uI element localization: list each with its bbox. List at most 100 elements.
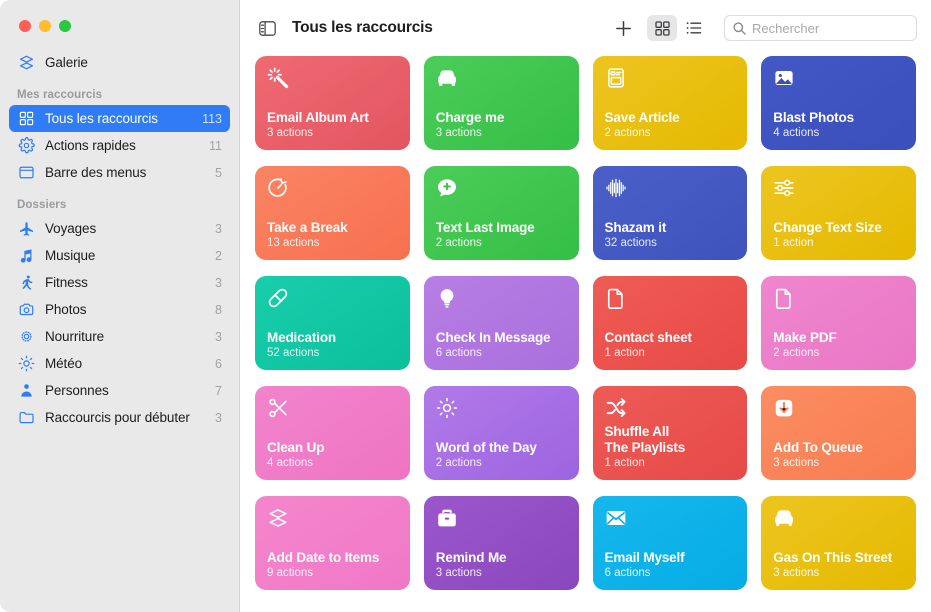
photo-icon [773,67,904,93]
envelope-icon [605,507,736,533]
sidebar-item-label: Barre des menus [45,165,201,180]
shortcut-title: Charge me [436,110,567,126]
shortcut-action-count: 3 actions [267,126,398,140]
shortcut-card-add-to-queue[interactable]: Add To Queue 3 actions [761,386,916,480]
shortcut-card-text: Contact sheet 1 action [605,330,736,361]
sidebar-item-galerie[interactable]: Galerie [9,49,230,76]
shortcut-action-count: 4 actions [773,126,904,140]
sidebar-item-label: Musique [45,248,201,263]
sidebar-item-raccourcis-pour-d-buter[interactable]: Raccourcis pour débuter 3 [9,404,230,431]
shortcut-card-take-a-break[interactable]: Take a Break 13 actions [255,166,410,260]
sidebar-item-personnes[interactable]: Personnes 7 [9,377,230,404]
menubar-icon [17,164,35,182]
sidebar-item-voyages[interactable]: Voyages 3 [9,215,230,242]
car-charge-icon [436,67,567,93]
sidebar-item-count: 8 [211,303,222,317]
shortcut-card-gas-on-this-street[interactable]: Gas On This Street 3 actions [761,496,916,590]
sidebar-item-count: 6 [211,357,222,371]
shortcut-card-text: Take a Break 13 actions [267,220,398,251]
pill-icon [267,287,398,313]
sidebar-item-label: Nourriture [45,329,201,344]
sidebar-item-photos[interactable]: Photos 8 [9,296,230,323]
close-button[interactable] [19,20,31,32]
shortcut-card-charge-me[interactable]: Charge me 3 actions [424,56,579,150]
sidebar-item-nourriture[interactable]: Nourriture 3 [9,323,230,350]
shortcut-card-medication[interactable]: Medication 52 actions [255,276,410,370]
document-icon [773,287,904,313]
sidebar-item-musique[interactable]: Musique 2 [9,242,230,269]
shortcut-card-contact-sheet[interactable]: Contact sheet 1 action [593,276,748,370]
layers-stack-icon [267,507,398,533]
shortcut-action-count: 32 actions [605,236,736,250]
grid-view-button[interactable] [647,15,677,41]
car-charge-icon [773,507,904,533]
shortcut-action-count: 1 action [605,456,736,470]
sliders-icon [773,177,904,203]
sidebar-item-tous-les-raccourcis[interactable]: Tous les raccourcis 113 [9,105,230,132]
sun-icon [17,355,35,373]
shortcut-card-shazam-it[interactable]: Shazam it 32 actions [593,166,748,260]
sidebar-item-label: Personnes [45,383,201,398]
shortcut-card-text: Email Myself 6 actions [605,550,736,581]
shortcut-card-text: Word of the Day 2 actions [436,440,567,471]
sidebar-toggle-icon[interactable] [254,15,280,41]
scissors-icon [267,397,398,423]
shortcut-card-text: Remind Me 3 actions [436,550,567,581]
shortcut-title: Gas On This Street [773,550,904,566]
shortcut-card-text: Blast Photos 4 actions [773,110,904,141]
shortcut-card-text: Text Last Image 2 actions [436,220,567,251]
document-icon [605,287,736,313]
shortcuts-window: Galerie Mes raccourcis Tous les raccourc… [0,0,931,612]
shortcut-action-count: 3 actions [773,456,904,470]
sidebar-item-actions-rapides[interactable]: Actions rapides 11 [9,132,230,159]
shortcut-card-change-text-size[interactable]: Change Text Size 1 action [761,166,916,260]
page-title: Tous les raccourcis [292,19,433,37]
main-content: Tous les raccourcis [240,0,931,612]
shortcut-action-count: 6 actions [436,346,567,360]
shortcuts-grid-container: Email Album Art 3 actions Charge me 3 ac… [240,56,931,612]
shortcut-card-shuffle-all-the-playlists[interactable]: Shuffle AllThe Playlists 1 action [593,386,748,480]
search-field[interactable] [724,15,917,41]
minimize-button[interactable] [39,20,51,32]
shortcut-title: Blast Photos [773,110,904,126]
shortcut-card-word-of-the-day[interactable]: Word of the Day 2 actions [424,386,579,480]
toolbar: Tous les raccourcis [240,0,931,56]
sidebar-item-count: 113 [198,112,222,126]
music-note-icon [17,247,35,265]
sidebar-item-count: 3 [211,411,222,425]
airplane-icon [17,220,35,238]
grid-icon [17,110,35,128]
shortcut-card-text-last-image[interactable]: Text Last Image 2 actions [424,166,579,260]
shortcut-title: Remind Me [436,550,567,566]
shortcut-card-save-article[interactable]: Save Article 2 actions [593,56,748,150]
shortcut-title: Save Article [605,110,736,126]
shuffle-icon [605,397,736,423]
shortcut-title: Add Date to Items [267,550,398,566]
magic-wand-icon [267,67,398,93]
sidebar-item-fitness[interactable]: Fitness 3 [9,269,230,296]
shortcut-card-email-album-art[interactable]: Email Album Art 3 actions [255,56,410,150]
shortcut-card-check-in-message[interactable]: Check In Message 6 actions [424,276,579,370]
shortcut-card-email-myself[interactable]: Email Myself 6 actions [593,496,748,590]
list-view-button[interactable] [679,15,709,41]
food-circle-icon [17,328,35,346]
shortcut-card-remind-me[interactable]: Remind Me 3 actions [424,496,579,590]
shortcut-card-text: Check In Message 6 actions [436,330,567,361]
shortcut-card-blast-photos[interactable]: Blast Photos 4 actions [761,56,916,150]
add-shortcut-button[interactable] [609,14,637,42]
shortcut-action-count: 2 actions [436,236,567,250]
runner-icon [17,274,35,292]
shortcut-card-text: Add Date to Items 9 actions [267,550,398,581]
briefcase-icon [436,507,567,533]
shortcut-action-count: 6 actions [605,566,736,580]
shortcut-card-clean-up[interactable]: Clean Up 4 actions [255,386,410,480]
shortcut-card-make-pdf[interactable]: Make PDF 2 actions [761,276,916,370]
zoom-button[interactable] [59,20,71,32]
search-input[interactable] [752,21,908,36]
sidebar-list: Galerie Mes raccourcis Tous les raccourc… [0,49,239,431]
sidebar-item-barre-des-menus[interactable]: Barre des menus 5 [9,159,230,186]
sidebar-item-m-t-o[interactable]: Météo 6 [9,350,230,377]
camera-icon [17,301,35,319]
shortcut-card-add-date-to-items[interactable]: Add Date to Items 9 actions [255,496,410,590]
sidebar-item-label: Actions rapides [45,138,195,153]
